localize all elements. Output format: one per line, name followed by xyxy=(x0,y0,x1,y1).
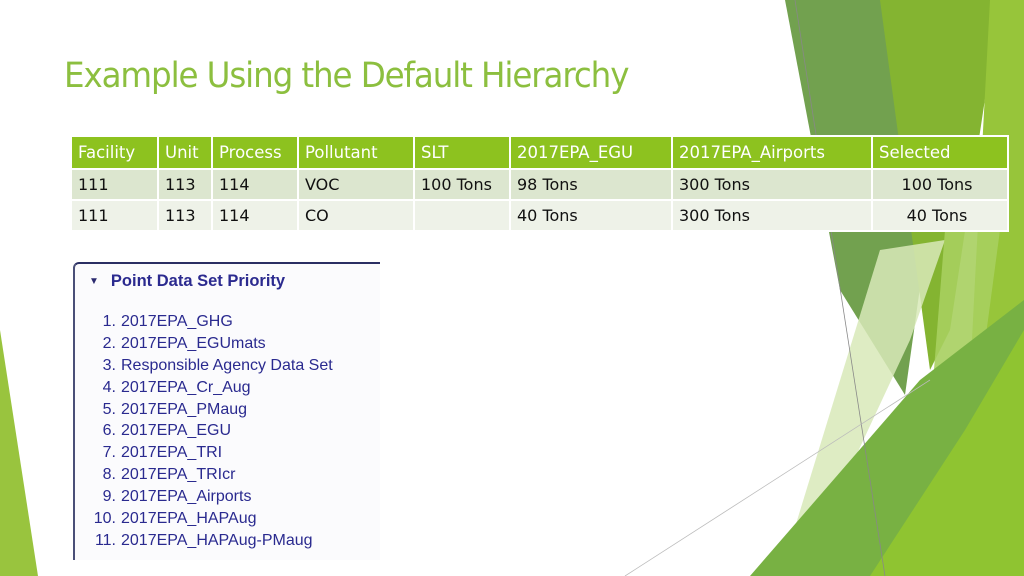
priority-list: 1. 2017EPA_GHG 2. 2017EPA_EGUmats 3. Respon… xyxy=(75,311,380,552)
cell-facility: 111 xyxy=(70,199,159,232)
triangle-down-icon[interactable]: ▼ xyxy=(89,276,99,287)
header-process: Process xyxy=(211,135,299,170)
comparison-table: Facility Unit Process Pollutant SLT 2017… xyxy=(70,135,1009,232)
header-unit: Unit xyxy=(157,135,213,170)
table-header-row: Facility Unit Process Pollutant SLT 2017… xyxy=(70,135,1009,170)
list-item: 9. 2017EPA_Airports xyxy=(102,488,252,506)
cell-slt: 100 Tons xyxy=(413,168,511,201)
list-item: 3. Responsible Agency Data Set xyxy=(102,356,333,374)
list-item-label: 2017EPA_GHG xyxy=(121,312,233,330)
cell-slt xyxy=(413,199,511,232)
table-row: 111 113 114 VOC 100 Tons 98 Tons 300 Ton… xyxy=(70,168,1009,201)
list-item: 4. 2017EPA_Cr_Aug xyxy=(102,378,251,396)
list-item-label: 2017EPA_TRIcr xyxy=(121,466,236,484)
list-item-label: 2017EPA_Airports xyxy=(121,488,252,506)
list-item: 5. 2017EPA_PMaug xyxy=(102,400,248,418)
cell-2017epa-egu: 98 Tons xyxy=(509,168,673,201)
header-slt: SLT xyxy=(413,135,511,170)
header-2017epa-egu: 2017EPA_EGU xyxy=(509,135,673,170)
header-pollutant: Pollutant xyxy=(297,135,415,170)
list-item-label: 2017EPA_TRI xyxy=(121,444,223,462)
table-row: 111 113 114 CO 40 Tons 300 Tons 40 Tons xyxy=(70,199,1009,232)
list-item-label: 2017EPA_Cr_Aug xyxy=(121,378,251,396)
cell-2017epa-airports: 300 Tons xyxy=(671,168,873,201)
cell-pollutant: VOC xyxy=(297,168,415,201)
header-selected: Selected xyxy=(871,135,1009,170)
list-item-label: 2017EPA_EGUmats xyxy=(121,334,266,352)
point-data-set-priority-panel: ▼ Point Data Set Priority 1. 2017EPA_GHG … xyxy=(73,262,380,560)
list-item-label: 2017EPA_HAPAug xyxy=(121,509,257,527)
list-item: 7. 2017EPA_TRI xyxy=(102,444,223,462)
list-item: 10. 2017EPA_HAPAug xyxy=(93,509,257,527)
panel-header-toggle[interactable]: ▼ Point Data Set Priority xyxy=(75,264,380,298)
list-item-label: 2017EPA_HAPAug-PMaug xyxy=(121,531,313,549)
cell-2017epa-airports: 300 Tons xyxy=(671,199,873,232)
list-item-label: Responsible Agency Data Set xyxy=(121,356,333,374)
cell-process: 114 xyxy=(211,199,299,232)
list-item: 11. 2017EPA_HAPAug-PMaug xyxy=(94,531,313,549)
cell-unit: 113 xyxy=(157,199,213,232)
left-green-shard xyxy=(0,330,38,576)
cell-pollutant: CO xyxy=(297,199,415,232)
list-item: 8. 2017EPA_TRIcr xyxy=(102,466,236,484)
list-item-label: 2017EPA_EGU xyxy=(121,422,231,440)
cell-selected: 40 Tons xyxy=(871,199,1009,232)
cell-unit: 113 xyxy=(157,168,213,201)
list-item: 2. 2017EPA_EGUmats xyxy=(102,334,266,352)
cell-process: 114 xyxy=(211,168,299,201)
list-item: 6. 2017EPA_EGU xyxy=(102,422,231,440)
cell-2017epa-egu: 40 Tons xyxy=(509,199,673,232)
cell-selected: 100 Tons xyxy=(871,168,1009,201)
header-2017epa-airports: 2017EPA_Airports xyxy=(671,135,873,170)
header-facility: Facility xyxy=(70,135,159,170)
cell-facility: 111 xyxy=(70,168,159,201)
panel-title: Point Data Set Priority xyxy=(110,271,286,290)
list-item-label: 2017EPA_PMaug xyxy=(121,400,248,418)
slide-title: Example Using the Default Hierarchy xyxy=(64,56,629,96)
list-item: 1. 2017EPA_GHG xyxy=(102,312,233,330)
